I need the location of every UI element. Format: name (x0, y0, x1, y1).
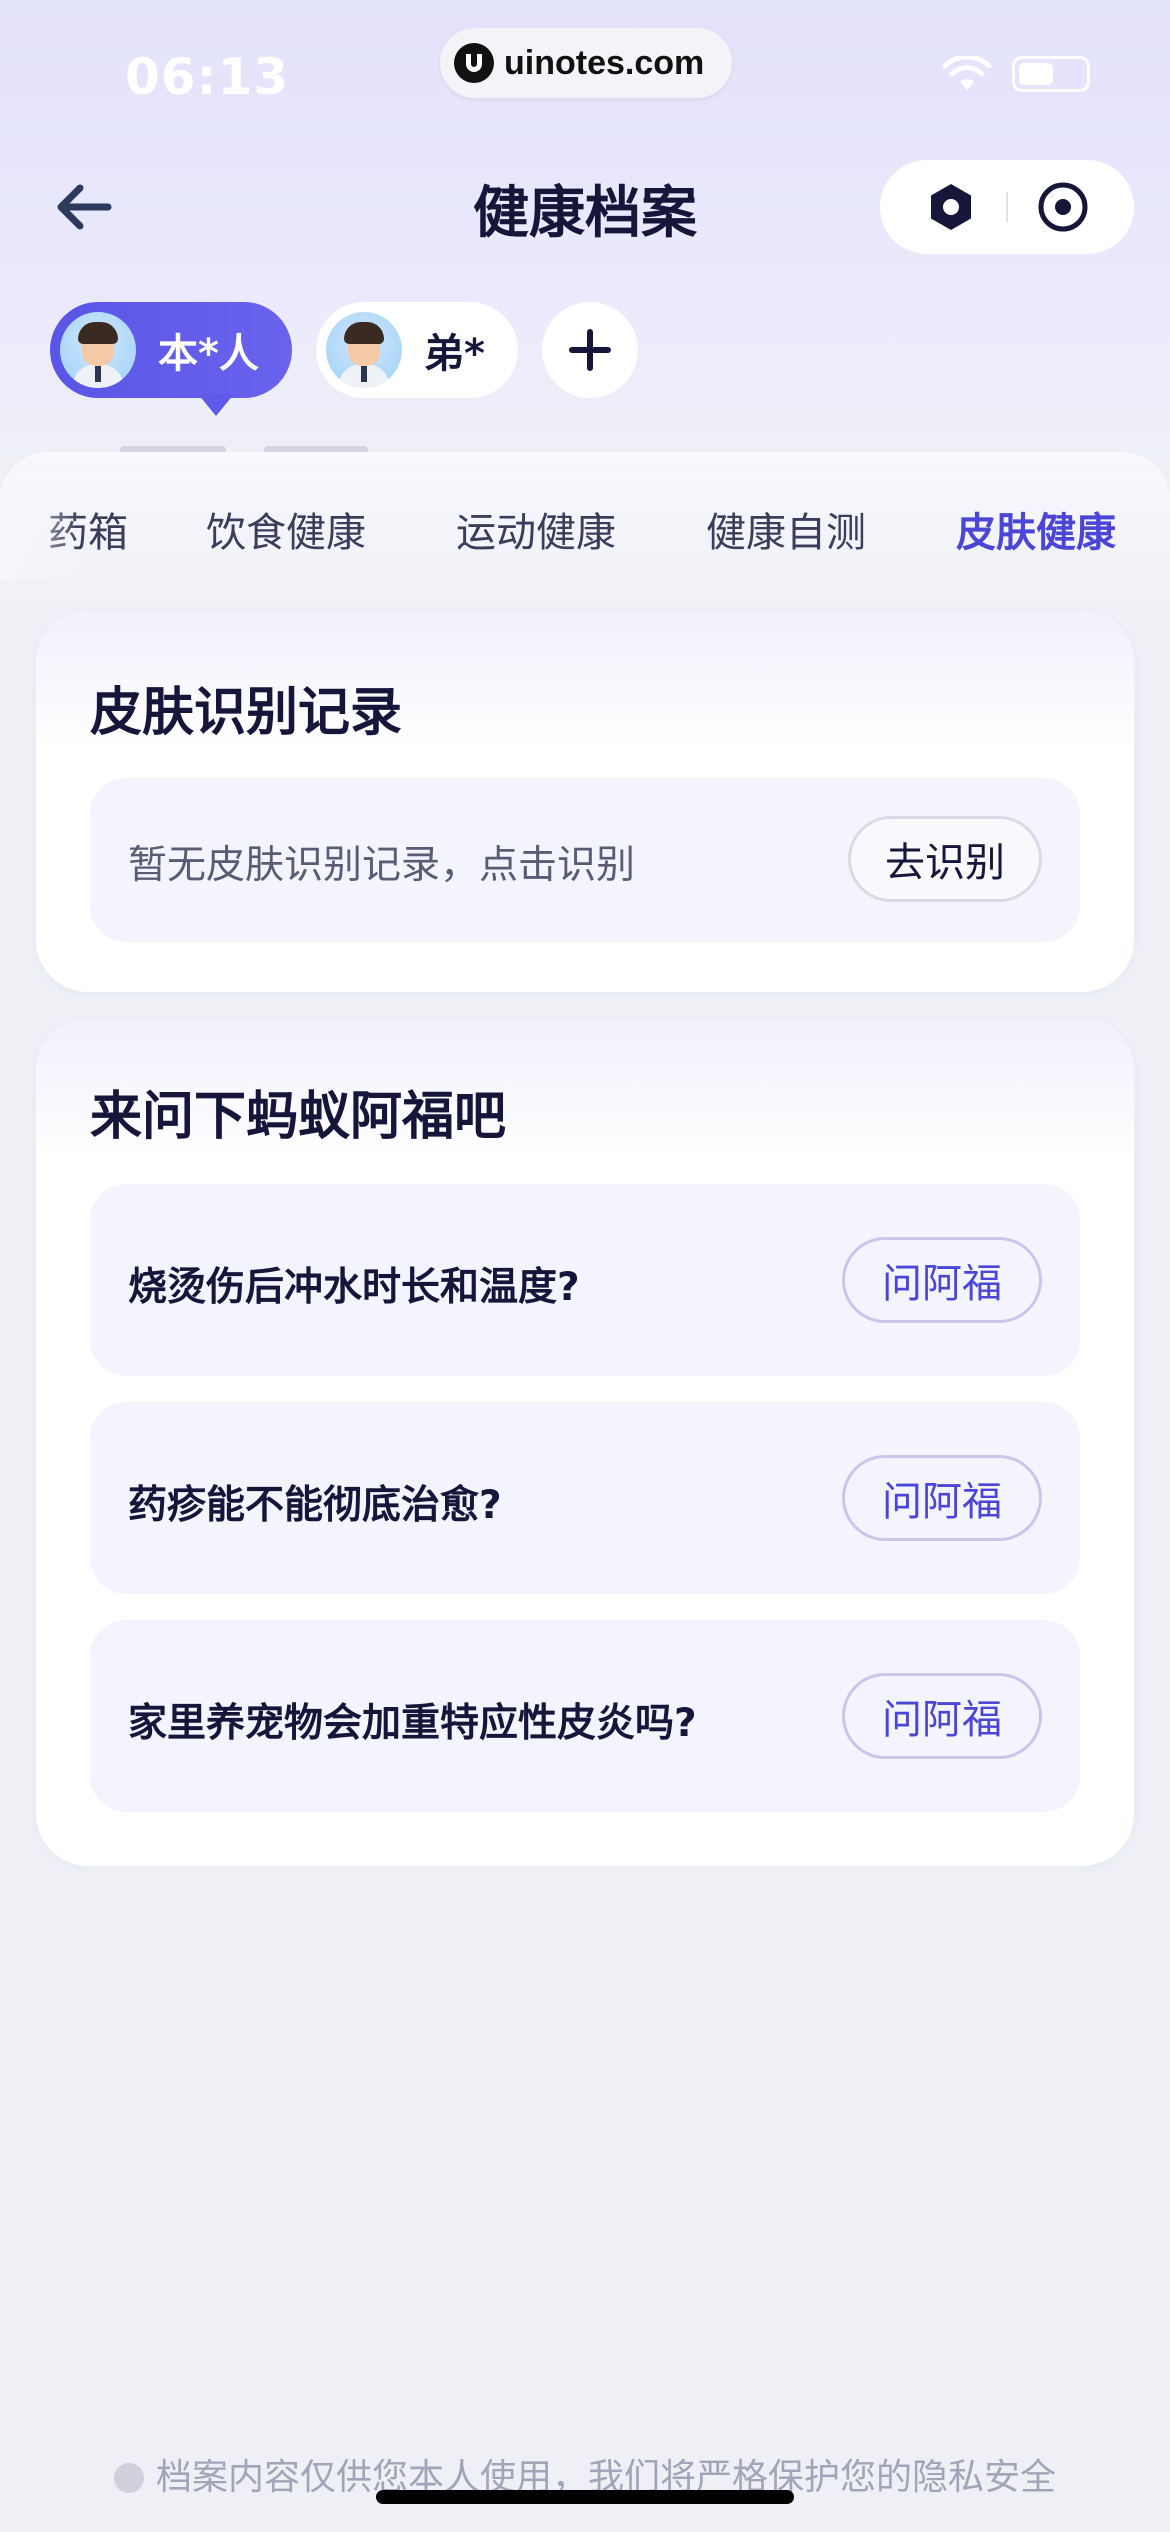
profile-pill-brother[interactable]: 弟* (316, 302, 518, 398)
capsule-divider (1005, 192, 1008, 222)
ask-afu-card: 来问下蚂蚁阿福吧 烧烫伤后冲水时长和温度? 问阿福 药疹能不能彻底治愈? 问阿福… (36, 1018, 1134, 1866)
tabs-fade (0, 490, 80, 580)
battery-icon (1012, 56, 1090, 92)
profile-label: 本*人 (158, 331, 259, 377)
question-text: 药疹能不能彻底治愈? (128, 1483, 502, 1528)
mini-program-capsule (880, 160, 1134, 254)
status-time: 06:13 (125, 48, 290, 106)
ask-afu-button[interactable]: 问阿福 (842, 1455, 1042, 1541)
status-icons (942, 56, 1090, 92)
watermark-text: uinotes.com (504, 43, 705, 82)
tab-exercise-health[interactable]: 运动健康 (456, 500, 616, 558)
watermark-badge: uinotes.com (440, 28, 732, 98)
question-item[interactable]: 家里养宠物会加重特应性皮炎吗? 问阿福 (90, 1620, 1080, 1812)
home-indicator (376, 2490, 794, 2504)
recognize-button[interactable]: 去识别 (848, 816, 1042, 902)
tab-diet-health[interactable]: 饮食健康 (206, 500, 366, 558)
question-text: 家里养宠物会加重特应性皮炎吗? (128, 1701, 697, 1746)
card-title: 皮肤识别记录 (90, 683, 403, 743)
ask-afu-button[interactable]: 问阿福 (842, 1673, 1042, 1759)
profile-label: 弟* (424, 331, 485, 377)
shield-icon (113, 2463, 144, 2493)
settings-hex-icon (931, 184, 972, 230)
add-profile-button[interactable] (542, 302, 638, 398)
category-tabs: 药箱 饮食健康 运动健康 健康自测 皮肤健康 (0, 500, 1170, 580)
skin-record-empty: 暂无皮肤识别记录，点击识别 去识别 (90, 778, 1080, 942)
question-item[interactable]: 烧烫伤后冲水时长和温度? 问阿福 (90, 1184, 1080, 1376)
plus-icon (569, 329, 611, 371)
eye-icon (1038, 182, 1088, 232)
avatar (60, 312, 136, 388)
watermark-logo-icon (454, 43, 494, 83)
close-button[interactable] (1035, 179, 1091, 235)
more-button[interactable] (923, 179, 979, 235)
ask-afu-button[interactable]: 问阿福 (842, 1237, 1042, 1323)
tab-skin-health[interactable]: 皮肤健康 (956, 500, 1116, 558)
wifi-icon (942, 56, 992, 90)
avatar (326, 312, 402, 388)
profile-pill-self[interactable]: 本*人 (50, 302, 292, 416)
question-item[interactable]: 药疹能不能彻底治愈? 问阿福 (90, 1402, 1080, 1594)
tab-self-test[interactable]: 健康自测 (706, 500, 866, 558)
card-title: 来问下蚂蚁阿福吧 (90, 1087, 507, 1147)
skin-record-card: 皮肤识别记录 暂无皮肤识别记录，点击识别 去识别 (36, 610, 1134, 992)
question-text: 烧烫伤后冲水时长和温度? (128, 1265, 580, 1310)
empty-text: 暂无皮肤识别记录，点击识别 (128, 843, 636, 888)
